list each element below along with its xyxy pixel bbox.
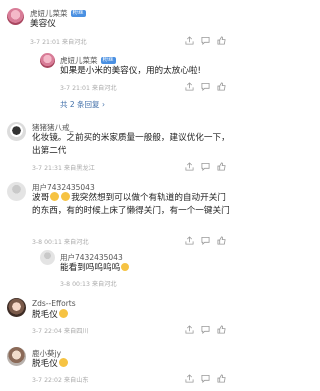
reply-meta: 3-8 00:13 来自河北 xyxy=(60,281,117,288)
avatar[interactable] xyxy=(7,122,26,141)
comment-text-lead: 波哥 xyxy=(32,193,50,203)
share-icon[interactable] xyxy=(185,162,194,171)
comment-icon[interactable] xyxy=(201,325,210,334)
reply-text: 如果是小米的美容仪，用的太放心啦! xyxy=(60,66,201,76)
sob-emoji-icon xyxy=(61,192,71,201)
share-icon[interactable] xyxy=(185,236,194,245)
fan-badge: 粉丝 xyxy=(100,57,116,64)
comment-icon[interactable] xyxy=(201,82,210,91)
crying-emoji-icon xyxy=(121,263,130,271)
comment-text: 化妆镜。之前买的米家质量一般般，建议优化一下，出第二代 xyxy=(32,133,230,156)
more-replies-link[interactable]: 共 2 条回复 › xyxy=(60,99,105,110)
share-icon[interactable] xyxy=(185,82,194,91)
flex-emoji-icon xyxy=(58,358,68,367)
comment-meta: 3-7 22:04 来自四川 xyxy=(32,328,89,335)
comment-icon[interactable] xyxy=(201,236,210,245)
username[interactable]: Zds--Efforts xyxy=(32,299,76,308)
like-icon[interactable] xyxy=(217,236,226,245)
reply-text-block: 能看到吗呜呜呜 xyxy=(60,262,130,275)
comment-meta: 3-7 22:02 来自山东 xyxy=(32,377,89,384)
comment-icon[interactable] xyxy=(201,36,210,45)
reply-avatar[interactable] xyxy=(40,250,55,265)
comment-text-block: 脱毛仪 xyxy=(32,309,69,322)
comment-icon[interactable] xyxy=(201,162,210,171)
comment-text: 脱毛仪 xyxy=(32,310,58,320)
comment-meta: 3-7 21:01 来自河北 xyxy=(30,39,87,46)
sob-emoji-icon xyxy=(50,192,60,201)
comment-meta: 3-7 21:31 来自黑龙江 xyxy=(32,165,95,172)
share-icon[interactable] xyxy=(185,374,194,383)
comment-text: 脱毛仪 xyxy=(32,359,58,369)
reply-meta: 3-7 21:01 来自河北 xyxy=(60,85,117,92)
comment-meta: 3-8 00:11 来自河北 xyxy=(32,239,89,246)
like-icon[interactable] xyxy=(217,82,226,91)
comment-icon[interactable] xyxy=(201,374,210,383)
like-icon[interactable] xyxy=(217,36,226,45)
avatar[interactable] xyxy=(7,8,24,25)
avatar[interactable] xyxy=(7,347,26,366)
share-icon[interactable] xyxy=(185,325,194,334)
reply-avatar[interactable] xyxy=(40,53,55,68)
share-icon[interactable] xyxy=(185,36,194,45)
reply-text: 能看到吗呜呜呜 xyxy=(60,263,121,273)
comment-text: 美容仪 xyxy=(30,19,56,29)
avatar[interactable] xyxy=(7,182,26,201)
comment-text-block: 脱毛仪 xyxy=(32,358,69,371)
smile-emoji-icon xyxy=(58,309,68,318)
chevron-right-icon: › xyxy=(101,100,105,109)
avatar[interactable] xyxy=(7,298,26,317)
like-icon[interactable] xyxy=(217,162,226,171)
like-icon[interactable] xyxy=(217,374,226,383)
comment-text-block: 波哥 我突然想到可以做个有轨道的自动开关门的东西，有的时候上床了懒得关门，有一个一… xyxy=(32,192,232,217)
like-icon[interactable] xyxy=(217,325,226,334)
fan-badge: 粉丝 xyxy=(70,10,86,17)
